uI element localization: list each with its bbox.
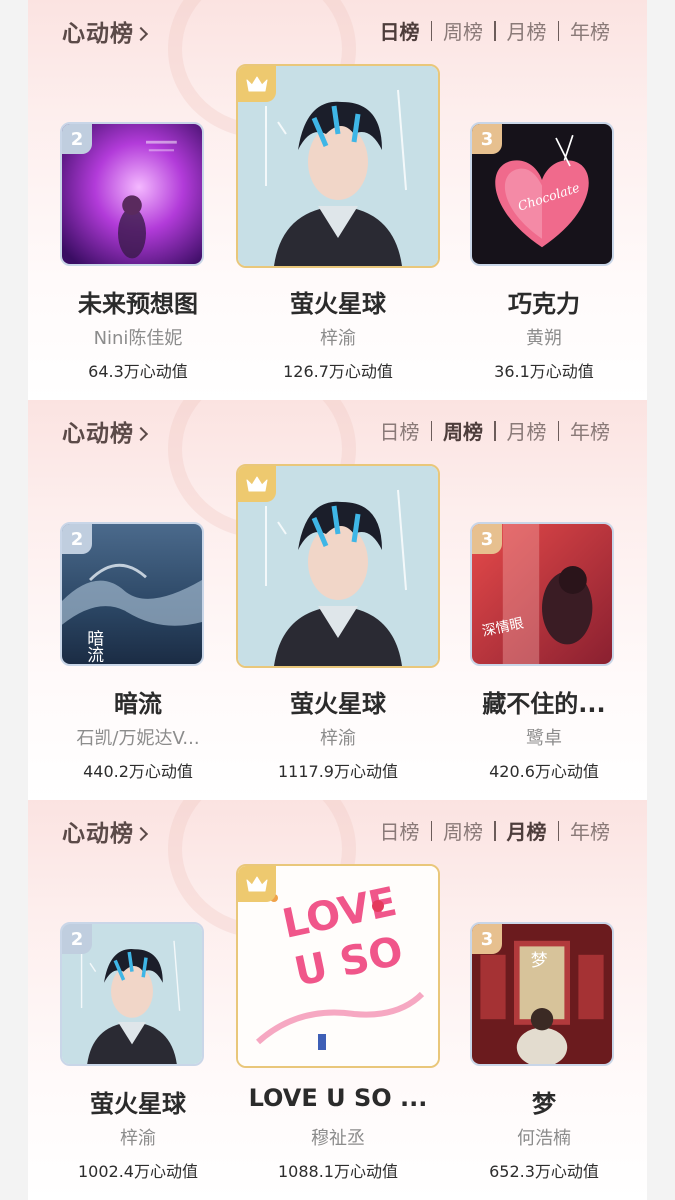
- rank-crown-badge: [238, 66, 276, 102]
- ranked-song-item[interactable]: 深情眼 3 藏不住的... 鹭卓 420.6万心动值: [434, 400, 647, 800]
- rank-badge: 2: [62, 124, 92, 154]
- heart-value: 1117.9万心动值: [278, 762, 398, 781]
- album-cover[interactable]: [236, 464, 440, 668]
- ranked-song-item[interactable]: LOVE U SO LOVE U SO ... 穆祉丞 1088.1万心动值: [228, 800, 448, 1200]
- crown-icon: [246, 76, 268, 92]
- heart-value: 36.1万心动值: [494, 362, 594, 381]
- heart-value: 420.6万心动值: [489, 762, 599, 781]
- song-title[interactable]: 暗流: [28, 684, 248, 719]
- song-title[interactable]: 萤火星球: [28, 1084, 248, 1119]
- ranked-song-item[interactable]: 梦 3 梦何浩楠 652.3万心动值: [434, 800, 647, 1200]
- song-title[interactable]: LOVE U SO ...: [228, 1084, 448, 1112]
- artist-name[interactable]: 穆祉丞: [228, 1124, 448, 1150]
- ranked-song-item[interactable]: 萤火星球梓渝 1117.9万心动值: [228, 400, 448, 800]
- heart-value: 440.2万心动值: [83, 762, 193, 781]
- heart-value: 126.7万心动值: [283, 362, 393, 381]
- album-cover[interactable]: 暗流2: [60, 522, 204, 666]
- ranked-song-item[interactable]: Chocolate 3 巧克力黄朔 36.1万心动值: [434, 0, 647, 400]
- album-cover[interactable]: 2: [60, 122, 204, 266]
- chart-board-card: 心动榜 日榜 周榜 月榜 年榜 2 萤火星球 梓渝 1002.4万心动值 LOVE U SO LOVE…: [28, 800, 647, 1200]
- artist-name[interactable]: 黄朔: [434, 324, 647, 350]
- song-title[interactable]: 萤火星球: [228, 284, 448, 319]
- ranked-song-item[interactable]: 暗流 2 暗流 石凯/万妮达V... 440.2万心动值: [28, 400, 248, 800]
- album-cover[interactable]: 梦3: [470, 922, 614, 1066]
- artist-name[interactable]: 梓渝: [28, 1124, 248, 1150]
- song-title[interactable]: 未来预想图: [28, 284, 248, 319]
- svg-text:梦: 梦: [531, 950, 548, 970]
- song-title[interactable]: 藏不住的...: [434, 684, 647, 719]
- song-title[interactable]: 梦: [434, 1084, 647, 1119]
- album-cover[interactable]: LOVE U SO: [236, 864, 440, 1068]
- rank-badge: 3: [472, 124, 502, 154]
- artist-name[interactable]: 梓渝: [228, 324, 448, 350]
- rank-badge: 3: [472, 924, 502, 954]
- chart-boards-stage: 心动榜 日榜 周榜 月榜 年榜 2 未来预想图 Nini陈佳妮 64.3万心动值 萤火星球 梓渝 12…: [28, 0, 647, 1200]
- rank-crown-badge: [238, 866, 276, 902]
- album-cover[interactable]: Chocolate 3: [470, 122, 614, 266]
- artist-name[interactable]: 梓渝: [228, 724, 448, 750]
- ranked-song-item[interactable]: 2 未来预想图 Nini陈佳妮 64.3万心动值: [28, 0, 248, 400]
- svg-text:流: 流: [87, 645, 104, 664]
- artist-name[interactable]: 石凯/万妮达V...: [28, 724, 248, 750]
- heart-value: 1088.1万心动值: [278, 1162, 398, 1181]
- heart-value: 1002.4万心动值: [78, 1162, 198, 1181]
- heart-value: 64.3万心动值: [88, 362, 188, 381]
- heart-value: 652.3万心动值: [489, 1162, 599, 1181]
- rank-badge: 2: [62, 524, 92, 554]
- ranked-song-item[interactable]: 2 萤火星球梓渝 1002.4万心动值: [28, 800, 248, 1200]
- rank-badge: 2: [62, 924, 92, 954]
- song-title[interactable]: 萤火星球: [228, 684, 448, 719]
- crown-icon: [246, 476, 268, 492]
- artist-name[interactable]: Nini陈佳妮: [28, 324, 248, 350]
- chart-board-card: 心动榜 日榜 周榜 月榜 年榜暗流 2 暗流 石凯/万妮达V... 440.2万心动值 萤火星球梓…: [28, 400, 647, 800]
- artist-name[interactable]: 何浩楠: [434, 1124, 647, 1150]
- rank-badge: 3: [472, 524, 502, 554]
- song-title[interactable]: 巧克力: [434, 284, 647, 319]
- album-cover[interactable]: 深情眼 3: [470, 522, 614, 666]
- album-cover[interactable]: 2: [60, 922, 204, 1066]
- crown-icon: [246, 876, 268, 892]
- ranked-song-item[interactable]: 萤火星球梓渝 126.7万心动值: [228, 0, 448, 400]
- artist-name[interactable]: 鹭卓: [434, 724, 647, 750]
- chart-board-card: 心动榜 日榜 周榜 月榜 年榜 2 未来预想图 Nini陈佳妮 64.3万心动值 萤火星球 梓渝 12…: [28, 0, 647, 400]
- rank-crown-badge: [238, 466, 276, 502]
- album-cover[interactable]: [236, 64, 440, 268]
